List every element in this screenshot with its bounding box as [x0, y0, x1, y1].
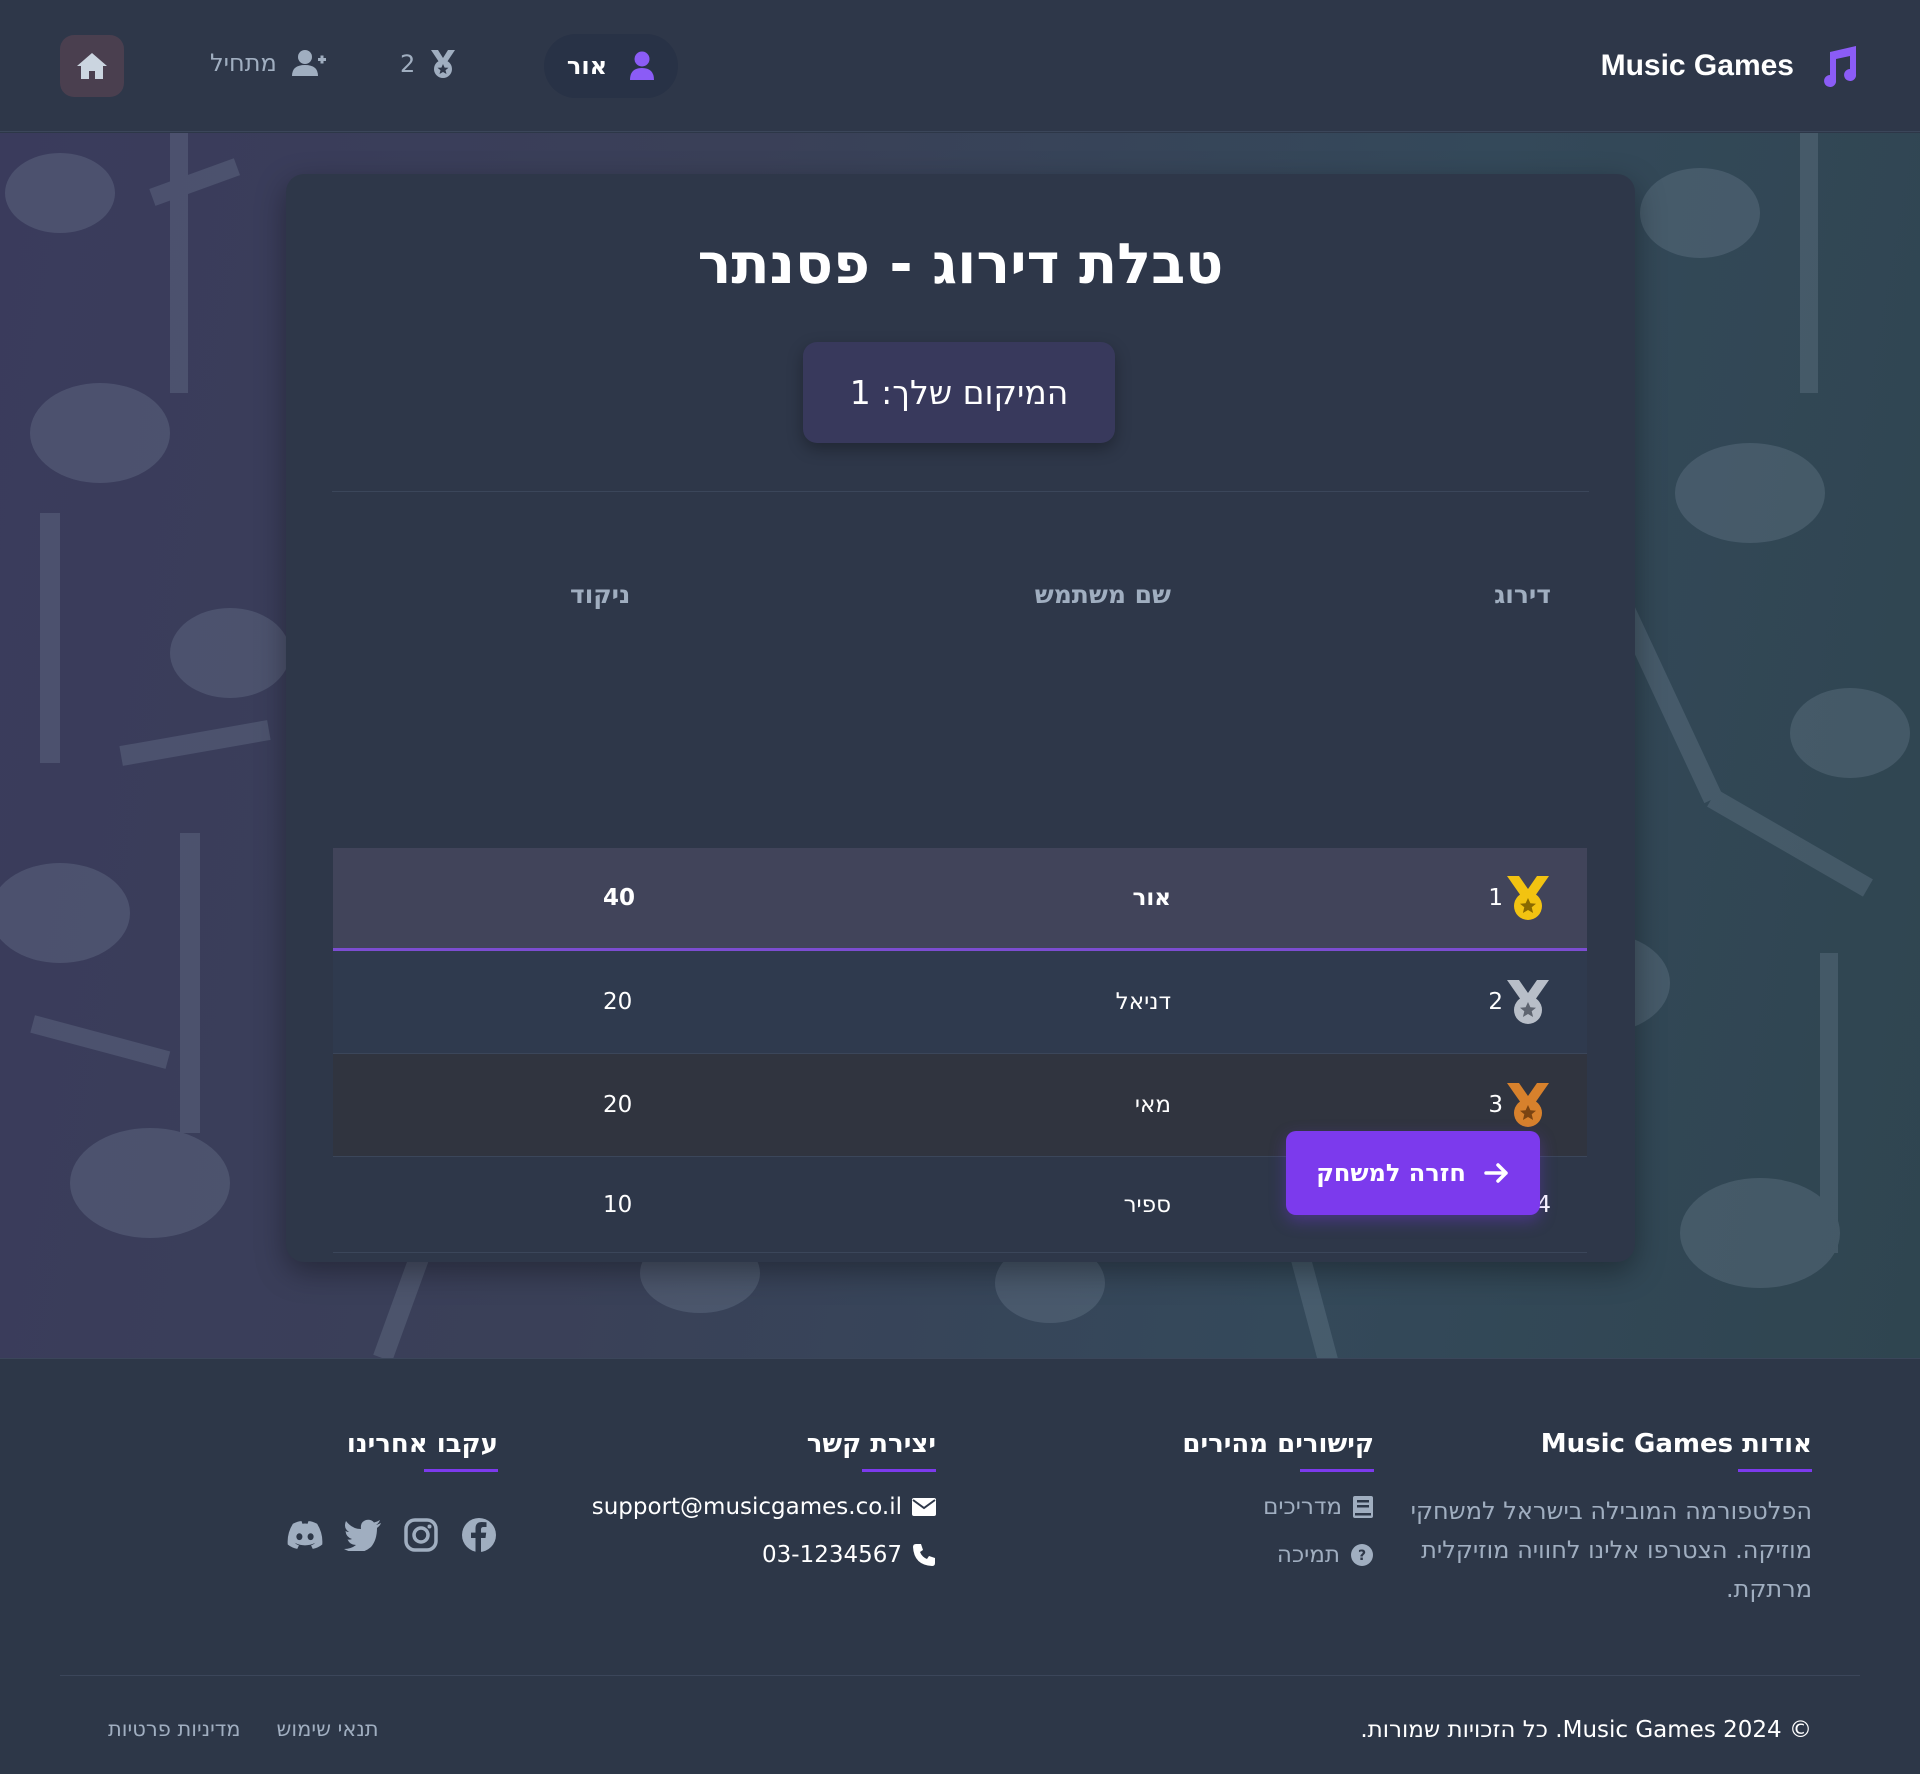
rank-cell: 2 [1488, 951, 1551, 1053]
column-header-name: שם משתמש [1034, 580, 1171, 609]
discord-icon[interactable] [286, 1516, 324, 1554]
contact-title: יצירת קשר [806, 1429, 936, 1459]
divider [332, 491, 1589, 492]
home-button[interactable] [60, 35, 124, 97]
book-icon [1353, 1496, 1373, 1518]
bronze-medal-icon [1507, 1083, 1549, 1127]
user-name: אור [566, 52, 608, 80]
rank-number: 2 [1488, 989, 1503, 1015]
my-rank-box: המיקום שלך: 1 [803, 342, 1115, 443]
score-cell: 40 [603, 885, 636, 911]
score-cell: 20 [603, 1092, 633, 1118]
footer-contact: יצירת קשר support@musicgames.co.il 03-12… [592, 1429, 936, 1568]
username-cell: מאי [1134, 1092, 1171, 1118]
legal-links: תנאי שימוש מדיניות פרטיות [108, 1717, 379, 1741]
column-header-rank: דירוג [1494, 580, 1551, 609]
footer-quick-links: קישורים מהירים מדריכים ? תמיכה [1182, 1429, 1374, 1568]
phone-text: 03-1234567 [762, 1542, 902, 1568]
medals-counter[interactable]: 2 [400, 49, 457, 79]
footer-divider [60, 1675, 1860, 1676]
rank-number: 3 [1488, 1092, 1503, 1118]
question-circle-icon: ? [1351, 1544, 1373, 1566]
table-row: 2 דניאל 20 [333, 951, 1587, 1054]
terms-link[interactable]: תנאי שימוש [277, 1717, 379, 1741]
score-cell: 20 [603, 989, 633, 1015]
brand[interactable]: Music Games [1601, 44, 1860, 88]
twitter-icon[interactable] [344, 1516, 382, 1554]
music-note-icon [1824, 45, 1857, 87]
footer-social: עקבו אחרינו [286, 1429, 498, 1554]
email-text: support@musicgames.co.il [591, 1494, 902, 1520]
envelope-icon [912, 1498, 936, 1516]
arrow-right-icon [1484, 1163, 1508, 1183]
user-icon [630, 51, 655, 80]
title-underline [862, 1469, 936, 1472]
privacy-link[interactable]: מדיניות פרטיות [108, 1717, 241, 1741]
title-underline [424, 1469, 498, 1472]
brand-title: Music Games [1600, 48, 1794, 82]
back-button-label: חזרה למשחק [1316, 1159, 1466, 1187]
about-title: אודות Music Games [1540, 1429, 1812, 1459]
support-label: תמיכה [1276, 1542, 1340, 1568]
user-plus-icon [291, 50, 326, 76]
table-row: 1 אור 40 [333, 848, 1587, 951]
username-cell: דניאל [1115, 989, 1171, 1015]
phone-icon [913, 1544, 935, 1566]
social-icons [286, 1516, 498, 1554]
level-badge[interactable]: מתחיל [210, 49, 327, 77]
user-profile-button[interactable]: אור [544, 34, 678, 98]
gold-medal-icon [1507, 876, 1549, 920]
footer-about: אודות Music Games הפלטפורמה המובילה בישר… [1382, 1429, 1812, 1609]
silver-medal-icon [1507, 980, 1549, 1024]
rank-number: 1 [1488, 885, 1503, 911]
about-text: הפלטפורמה המובילה בישראל למשחקי מוזיקה. … [1410, 1497, 1812, 1603]
username-cell: ספיר [1123, 1191, 1171, 1218]
column-header-score: ניקוד [570, 580, 631, 609]
back-to-game-button[interactable]: חזרה למשחק [1286, 1131, 1540, 1215]
title-underline [1738, 1469, 1812, 1472]
rank-cell: 1 [1488, 848, 1551, 948]
footer-link-guides[interactable]: מדריכים [1182, 1494, 1374, 1520]
facebook-icon[interactable] [460, 1516, 498, 1554]
page-title: טבלת דירוג - פסנתר [697, 232, 1224, 297]
top-nav: מתחיל 2 אור [60, 34, 678, 98]
top-header: Music Games מתחיל 2 אור [0, 0, 1920, 132]
score-cell: 10 [603, 1191, 633, 1218]
copyright-text: © 2024 Music Games. כל הזכויות שמורות. [1360, 1717, 1812, 1743]
medal-count: 2 [400, 50, 416, 78]
links-title: קישורים מהירים [1182, 1429, 1374, 1459]
username-cell: אור [1132, 885, 1172, 911]
follow-title: עקבו אחרינו [346, 1429, 498, 1459]
instagram-icon[interactable] [402, 1516, 440, 1554]
leaderboard-card: טבלת דירוג - פסנתר המיקום שלך: 1 דירוג ש… [286, 174, 1635, 1262]
title-underline [1300, 1469, 1374, 1472]
guides-label: מדריכים [1263, 1494, 1342, 1520]
contact-email[interactable]: support@musicgames.co.il [592, 1494, 936, 1520]
svg-text:?: ? [1358, 1548, 1366, 1564]
medal-icon [431, 50, 456, 78]
footer-link-support[interactable]: ? תמיכה [1182, 1542, 1374, 1568]
home-icon [77, 53, 107, 79]
level-label: מתחיל [210, 49, 277, 77]
contact-phone[interactable]: 03-1234567 [592, 1542, 936, 1568]
site-footer: אודות Music Games הפלטפורמה המובילה בישר… [0, 1358, 1920, 1774]
